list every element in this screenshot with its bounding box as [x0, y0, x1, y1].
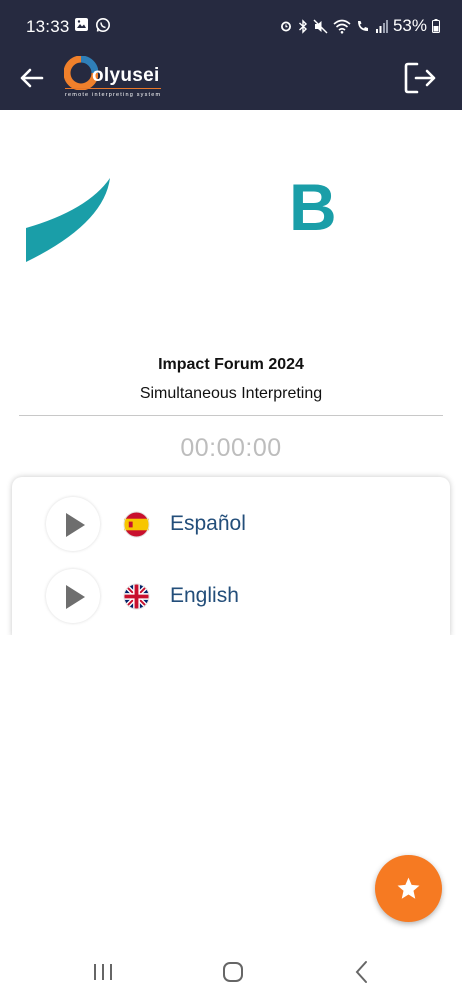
- language-item-english[interactable]: English: [12, 569, 450, 631]
- status-right: 53%: [279, 16, 440, 36]
- arrow-left-icon: [20, 68, 44, 88]
- exit-button[interactable]: [402, 60, 438, 96]
- wifi-calling-icon: [356, 19, 370, 33]
- home-button[interactable]: [222, 961, 244, 988]
- event-title: Impact Forum 2024: [158, 356, 304, 373]
- battery-text: 53%: [392, 16, 427, 35]
- favorite-fab-button[interactable]: [375, 855, 442, 922]
- status-bar: 13:33 53%: [0, 0, 462, 52]
- back-icon: [355, 961, 367, 983]
- spain-flag-icon: [123, 511, 150, 538]
- signal-icon: [375, 19, 388, 33]
- app-bar: olyusei remote interpreting system: [0, 52, 462, 110]
- system-nav-bar: [0, 945, 462, 1000]
- wifi-icon: [333, 19, 351, 34]
- mute-icon: [313, 19, 328, 34]
- gallery-icon: [74, 17, 89, 38]
- home-icon: [223, 962, 243, 982]
- recents-button[interactable]: [92, 962, 114, 987]
- status-time: 13:33: [26, 17, 70, 36]
- session-timer: 00:00:00: [180, 434, 282, 462]
- whatsapp-icon: [95, 17, 111, 38]
- bluetooth-icon: [298, 18, 308, 34]
- logo-underline: [65, 88, 161, 89]
- play-icon: [66, 585, 85, 609]
- alarm-icon: [279, 19, 293, 33]
- screen: 13:33 53% olyusei remote interpreting sy…: [0, 0, 462, 1000]
- logo-tagline: remote interpreting system: [65, 92, 162, 98]
- star-icon: [397, 877, 420, 899]
- uk-flag-icon: [123, 583, 150, 610]
- event-subtitle: Simultaneous Interpreting: [139, 385, 323, 402]
- logo-text: olyusei: [92, 65, 160, 86]
- language-label: Español: [170, 512, 246, 535]
- banner-letter: B: [289, 170, 337, 244]
- play-button-english[interactable]: [46, 569, 100, 623]
- logout-icon: [404, 62, 436, 94]
- status-left-icons: [74, 17, 111, 38]
- system-back-button[interactable]: [354, 960, 370, 989]
- banner-graphic: B: [26, 170, 337, 262]
- event-banner: B: [0, 150, 462, 280]
- battery-icon: [432, 19, 440, 33]
- language-item-spanish[interactable]: Español: [12, 497, 450, 559]
- language-label: English: [170, 584, 239, 607]
- back-button[interactable]: [18, 64, 46, 92]
- language-list: Español English: [4, 477, 458, 647]
- play-icon: [66, 513, 85, 537]
- play-button-spanish[interactable]: [46, 497, 100, 551]
- divider: [19, 415, 443, 416]
- recents-icon: [94, 964, 112, 980]
- app-logo: olyusei remote interpreting system: [62, 54, 172, 102]
